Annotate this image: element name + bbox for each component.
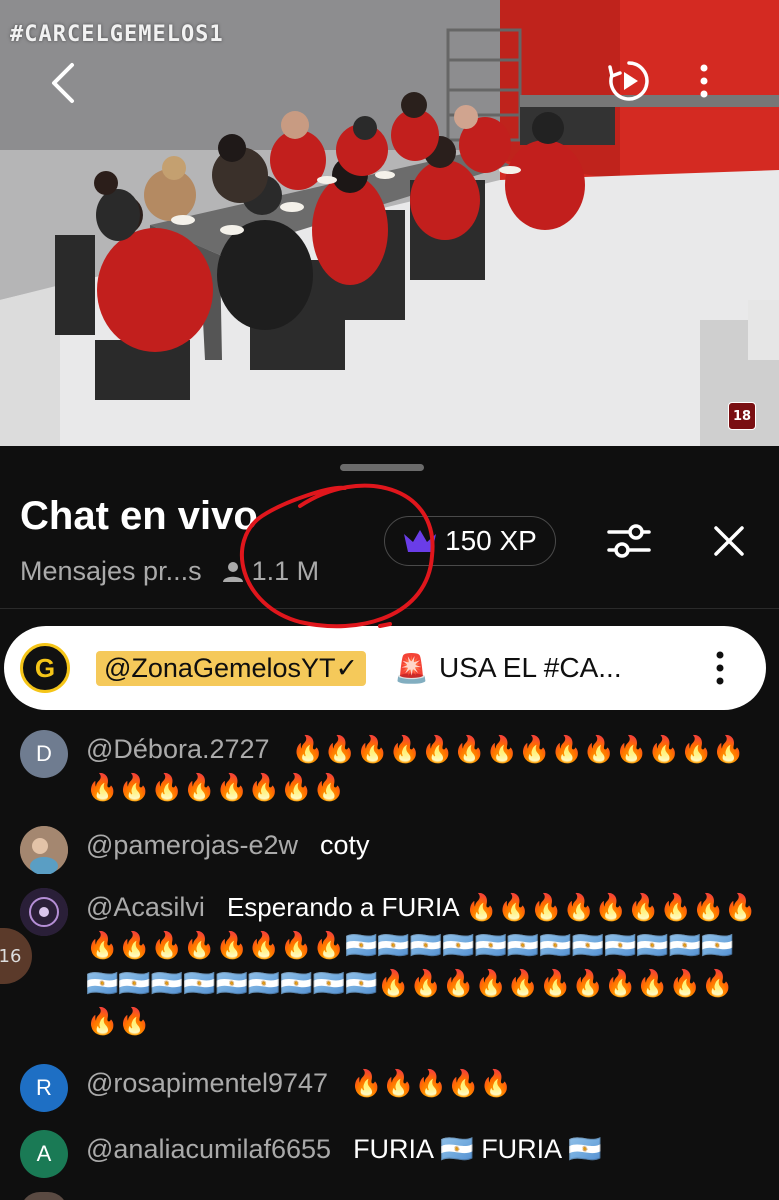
sliders-icon <box>607 524 651 558</box>
autoplay-toggle[interactable] <box>604 56 654 106</box>
message-author[interactable]: @analiacumilaf6655 <box>86 1134 331 1164</box>
photo-avatar-icon <box>20 888 68 936</box>
floating-side-bubble[interactable]: 16 <box>0 928 32 984</box>
message-text: coty <box>320 830 370 860</box>
xp-badge[interactable]: 150 XP <box>384 516 556 566</box>
crown-icon <box>404 530 436 552</box>
message-author[interactable]: @Acasilvi <box>86 892 205 922</box>
siren-icon: 🚨 <box>394 652 429 684</box>
pinned-more-button[interactable] <box>710 642 730 694</box>
chat-mode-label: Mensajes pr...s <box>20 556 202 586</box>
message-text: 🔥🔥🔥🔥🔥 <box>350 1068 512 1098</box>
xp-value: 150 XP <box>445 525 537 556</box>
pinned-text: 🚨 USA EL #CA... <box>394 652 621 685</box>
close-chat-button[interactable] <box>704 516 754 566</box>
more-options-button[interactable] <box>684 56 724 106</box>
chevron-left-icon <box>52 63 74 103</box>
hashtag-watermark: #CARCELGEMELOS1 <box>10 22 224 47</box>
photo-avatar-icon <box>20 826 68 874</box>
viewer-count-value: 1.1 M <box>251 556 320 586</box>
viewer-count: 1.1 M <box>222 556 320 587</box>
video-frame <box>0 0 779 446</box>
close-icon <box>714 526 744 556</box>
video-player[interactable]: #CARCELGEMELOS1 18 <box>0 0 779 446</box>
user-avatar[interactable]: R <box>20 1064 68 1112</box>
user-avatar[interactable]: D <box>20 730 68 778</box>
more-vert-icon <box>700 64 708 98</box>
drag-handle[interactable] <box>340 464 424 471</box>
message-text: FURIA 🇦🇷 FURIA 🇦🇷 <box>353 1134 602 1164</box>
autoplay-icon <box>608 61 649 101</box>
pinned-author[interactable]: @ZonaGemelosYT✓ <box>96 650 367 686</box>
message-author[interactable]: @rosapimentel9747 <box>86 1068 328 1098</box>
person-icon <box>222 561 243 582</box>
header-divider <box>0 608 779 609</box>
user-avatar[interactable] <box>20 826 68 874</box>
partial-avatar <box>20 1192 68 1200</box>
more-vert-icon <box>716 651 724 685</box>
live-chat-panel: Chat en vivo Mensajes pr...s 1.1 M 150 X… <box>0 446 779 1200</box>
chat-filter-button[interactable] <box>604 516 654 566</box>
chat-title: Chat en vivo <box>20 494 258 538</box>
pinned-author-avatar: G <box>20 643 70 693</box>
age-rating-badge: 18 <box>728 402 756 430</box>
pinned-message[interactable]: G @ZonaGemelosYT✓ 🚨 USA EL #CA... <box>4 626 766 710</box>
chat-mode-selector[interactable]: Mensajes pr...s 1.1 M <box>20 556 319 587</box>
user-avatar[interactable] <box>20 888 68 936</box>
message-author[interactable]: @Débora.2727 <box>86 734 270 764</box>
pinned-message-text: USA EL #CA... <box>439 652 622 683</box>
user-avatar[interactable]: A <box>20 1130 68 1178</box>
message-author[interactable]: @pamerojas-e2w <box>86 830 298 860</box>
back-button[interactable] <box>38 58 88 108</box>
